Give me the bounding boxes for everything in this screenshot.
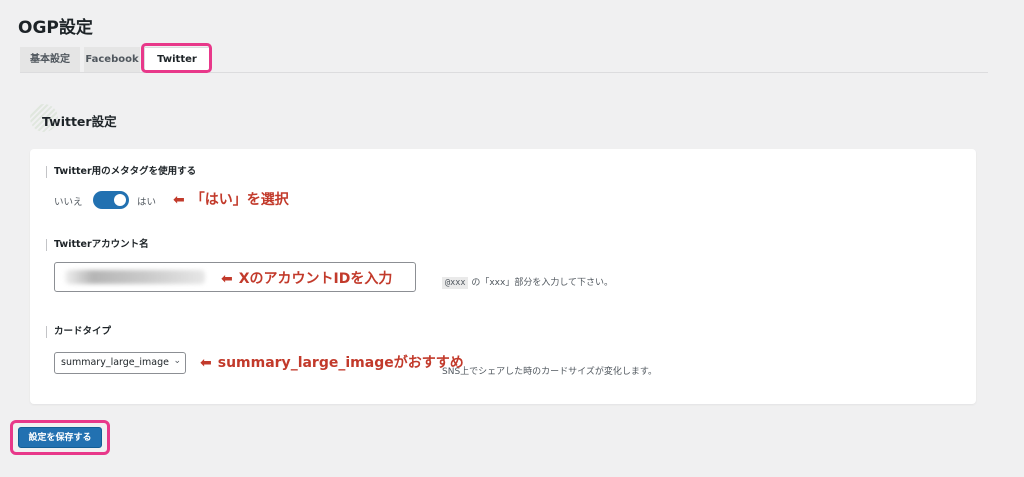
account-help-text: の「xxx」部分を入力して下さい。	[468, 278, 614, 288]
tab-basic-settings[interactable]: 基本設定	[20, 47, 80, 72]
account-label: Twitterアカウント名	[46, 239, 149, 251]
account-help-code: @xxx	[442, 277, 469, 289]
card-type-value: summary_large_image	[61, 357, 169, 368]
meta-tag-label: Twitter用のメタタグを使用する	[46, 166, 196, 178]
card-type-help: SNS上でシェアした時のカードサイズが変化します。	[442, 367, 657, 377]
tab-twitter[interactable]: Twitter	[144, 47, 210, 73]
annotation-account: ⬅ XのアカウントIDを入力	[221, 268, 392, 288]
annotation-toggle: ⬅ 「はい」を選択	[173, 189, 289, 209]
save-settings-button[interactable]: 設定を保存する	[18, 427, 102, 448]
toggle-knob	[114, 194, 126, 206]
blurred-value	[65, 270, 205, 284]
tab-bar: 基本設定 Facebook Twitter	[20, 47, 988, 73]
annotation-card-type-text: summary_large_imageがおすすめ	[217, 355, 464, 371]
left-arrow-icon: ⬅	[200, 355, 212, 371]
annotation-card-type: ⬅ summary_large_imageがおすすめ	[200, 352, 464, 372]
card-type-select[interactable]: summary_large_image ⌄	[54, 352, 186, 374]
card-type-label: カードタイプ	[46, 326, 111, 338]
account-help: @xxx の「xxx」部分を入力して下さい。	[442, 275, 614, 289]
left-arrow-icon: ⬅	[173, 192, 185, 208]
meta-tag-toggle[interactable]	[93, 191, 129, 209]
page-title: OGP設定	[18, 18, 93, 38]
toggle-on-label: はい	[137, 197, 157, 208]
annotation-account-text: XのアカウントIDを入力	[238, 271, 393, 287]
left-arrow-icon: ⬅	[221, 271, 233, 287]
settings-card: Twitter用のメタタグを使用する いいえ はい Twitterアカウント名 …	[30, 149, 976, 404]
tab-facebook[interactable]: Facebook	[84, 47, 140, 72]
annotation-toggle-text: 「はい」を選択	[190, 192, 289, 208]
chevron-down-icon: ⌄	[173, 356, 181, 366]
section-title: Twitter設定	[42, 114, 117, 129]
toggle-off-label: いいえ	[54, 197, 83, 208]
